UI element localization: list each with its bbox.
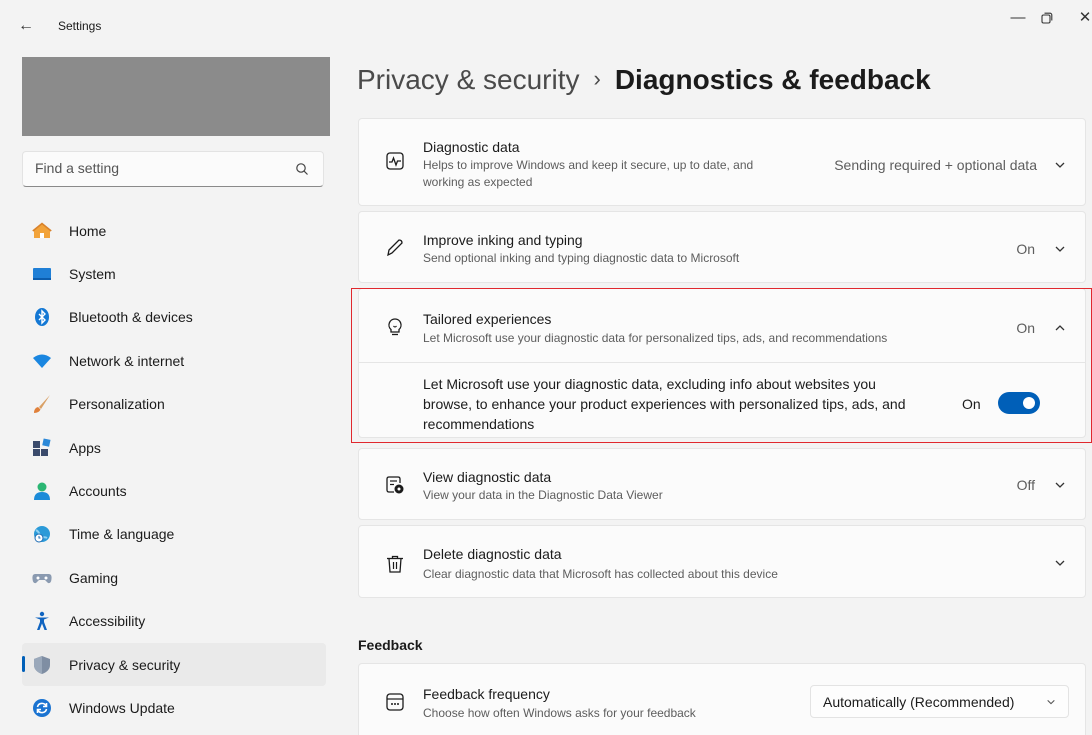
minimize-icon[interactable]: —	[1003, 6, 1033, 30]
sidebar-item-label: Time & language	[69, 526, 175, 543]
delete-diagnostic-data-card[interactable]: Delete diagnostic data Clear diagnostic …	[358, 525, 1086, 598]
diagnostic-data-value: Sending required + optional data	[834, 157, 1037, 173]
sidebar-item-accounts[interactable]: Accounts	[22, 469, 326, 512]
chevron-down-icon[interactable]	[1054, 479, 1066, 491]
search-box[interactable]	[22, 151, 324, 187]
chevron-down-icon[interactable]	[1054, 159, 1066, 171]
card-subtitle: View your data in the Diagnostic Data Vi…	[423, 488, 663, 502]
chevron-down-icon[interactable]	[1054, 557, 1066, 569]
network-icon	[32, 351, 52, 371]
breadcrumb-parent[interactable]: Privacy & security	[357, 64, 580, 95]
apps-icon	[32, 438, 52, 458]
sidebar-item-label: Bluetooth & devices	[69, 309, 193, 326]
gamepad-icon	[32, 568, 52, 588]
accessibility-icon	[32, 611, 52, 631]
card-subtitle: working as expected	[423, 175, 533, 189]
card-title: Diagnostic data	[423, 139, 520, 155]
breadcrumb: Privacy & security › Diagnostics & feedbac…	[357, 64, 931, 96]
sidebar-item-label: Personalization	[69, 396, 165, 413]
card-subtitle: Helps to improve Windows and keep it sec…	[423, 158, 754, 172]
sidebar-item-label: Accounts	[69, 483, 127, 500]
card-title: Delete diagnostic data	[423, 546, 562, 562]
data-viewer-icon	[386, 476, 404, 494]
home-icon	[32, 221, 52, 241]
search-icon[interactable]	[295, 162, 309, 176]
feedback-icon	[386, 693, 404, 711]
accounts-icon	[32, 481, 52, 501]
sidebar-item-network[interactable]: Network & internet	[22, 339, 326, 382]
card-subtitle: Clear diagnostic data that Microsoft has…	[423, 567, 778, 581]
sidebar-item-system[interactable]: System	[22, 252, 326, 295]
sidebar-item-label: Accessibility	[69, 613, 146, 630]
sidebar-item-privacy-security[interactable]: Privacy & security	[22, 642, 326, 687]
sidebar-item-accessibility[interactable]: Accessibility	[22, 600, 326, 643]
restore-icon[interactable]	[1032, 6, 1062, 30]
sidebar-item-label: System	[69, 266, 116, 283]
sidebar-item-windows-update[interactable]: Windows Update	[22, 686, 326, 729]
card-title: Feedback frequency	[423, 686, 550, 702]
view-diagnostic-data-card[interactable]: View diagnostic data View your data in t…	[358, 448, 1086, 520]
card-subtitle: Send optional inking and typing diagnost…	[423, 251, 740, 265]
sidebar-nav: Home System Bluetooth & devices Network …	[22, 209, 326, 730]
sidebar-item-personalization[interactable]: Personalization	[22, 383, 326, 426]
update-icon	[32, 698, 52, 718]
diagnostic-data-card[interactable]: Diagnostic data Helps to improve Windows…	[358, 118, 1086, 206]
active-indicator	[22, 655, 25, 672]
sidebar-item-label: Apps	[69, 439, 101, 456]
close-icon[interactable]: ✕	[1070, 6, 1092, 30]
brush-icon	[32, 394, 52, 414]
bluetooth-icon	[32, 307, 52, 327]
card-title: View diagnostic data	[423, 469, 552, 485]
title-bar: ← Settings — ✕	[0, 0, 1092, 48]
inking-typing-card[interactable]: Improve inking and typing Send optional …	[358, 211, 1086, 283]
sidebar-item-home[interactable]: Home	[22, 209, 326, 252]
sidebar-item-apps[interactable]: Apps	[22, 426, 326, 469]
shield-icon	[32, 655, 52, 675]
sidebar-item-time-language[interactable]: Time & language	[22, 513, 326, 556]
card-subtitle: Choose how often Windows asks for your f…	[423, 706, 696, 720]
globe-clock-icon	[32, 524, 52, 544]
chevron-down-icon	[1047, 699, 1055, 705]
section-heading-feedback: Feedback	[358, 637, 423, 653]
trash-icon	[387, 555, 403, 573]
user-profile-banner[interactable]	[22, 57, 330, 136]
pen-icon	[387, 239, 403, 257]
sidebar-item-label: Privacy & security	[69, 656, 181, 673]
sidebar-item-label: Home	[69, 222, 107, 239]
search-input[interactable]	[35, 160, 285, 176]
highlight-annotation	[351, 288, 1092, 443]
sidebar-item-bluetooth[interactable]: Bluetooth & devices	[22, 296, 326, 339]
app-title: Settings	[58, 19, 102, 33]
chevron-down-icon[interactable]	[1054, 243, 1066, 255]
dropdown-selected-value: Automatically (Recommended)	[823, 694, 1015, 710]
page-title: Diagnostics & feedback	[614, 64, 931, 95]
system-icon	[32, 264, 52, 284]
card-title: Improve inking and typing	[423, 232, 583, 248]
breadcrumb-separator: ›	[593, 66, 601, 91]
sidebar-item-label: Windows Update	[69, 699, 175, 716]
sidebar-item-label: Network & internet	[69, 352, 185, 369]
inking-value: On	[1016, 241, 1035, 257]
activity-icon	[386, 152, 404, 170]
view-data-value: Off	[1016, 477, 1035, 493]
feedback-frequency-dropdown[interactable]: Automatically (Recommended)	[810, 685, 1069, 718]
sidebar-item-gaming[interactable]: Gaming	[22, 556, 326, 599]
sidebar-item-label: Gaming	[69, 569, 119, 586]
back-arrow-icon[interactable]: ←	[18, 16, 38, 36]
